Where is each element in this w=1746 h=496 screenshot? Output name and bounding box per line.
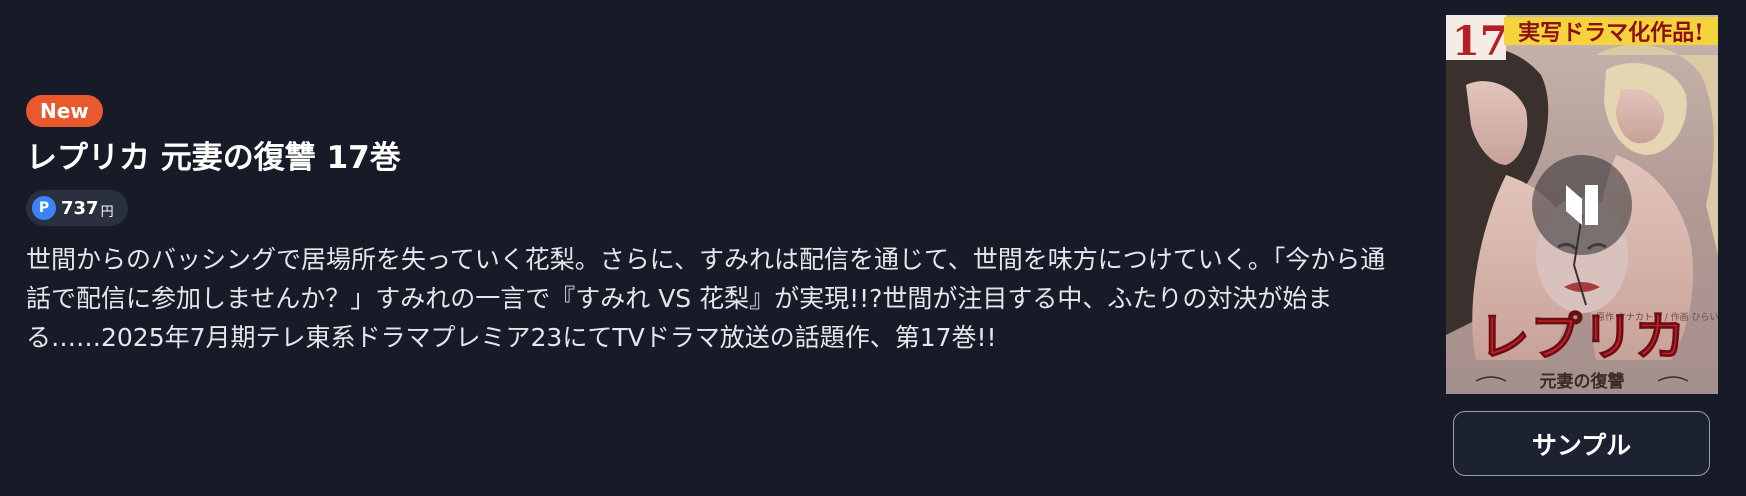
svg-text:元妻の復讐: 元妻の復讐	[1540, 371, 1625, 392]
new-badge: New	[26, 95, 103, 127]
svg-text:17: 17	[1452, 18, 1508, 65]
product-info: New レプリカ 元妻の復讐 17巻 P 737 円 世間からのバッシングで居場…	[26, 95, 1396, 357]
price-unit: 円	[100, 204, 114, 220]
product-description: 世間からのバッシングで居場所を失っていく花梨。さらに、すみれは配信を通じて、世間…	[26, 245, 1386, 352]
sample-button[interactable]: サンプル	[1453, 411, 1710, 476]
play-pause-icon[interactable]	[1532, 155, 1632, 255]
point-icon: P	[32, 196, 56, 220]
price-value: 737	[61, 197, 99, 219]
price-pill: P 737 円	[26, 190, 128, 226]
svg-text:実写ドラマ化作品!: 実写ドラマ化作品!	[1518, 20, 1704, 46]
product-title[interactable]: レプリカ 元妻の復讐 17巻	[26, 136, 1396, 180]
svg-text:レプリカ: レプリカ	[1478, 307, 1686, 368]
cover-image[interactable]: 17 実写ドラマ化作品! 原作 タナカトモ / 作画 ひらいゆか レプリカ 元妻…	[1446, 15, 1718, 394]
